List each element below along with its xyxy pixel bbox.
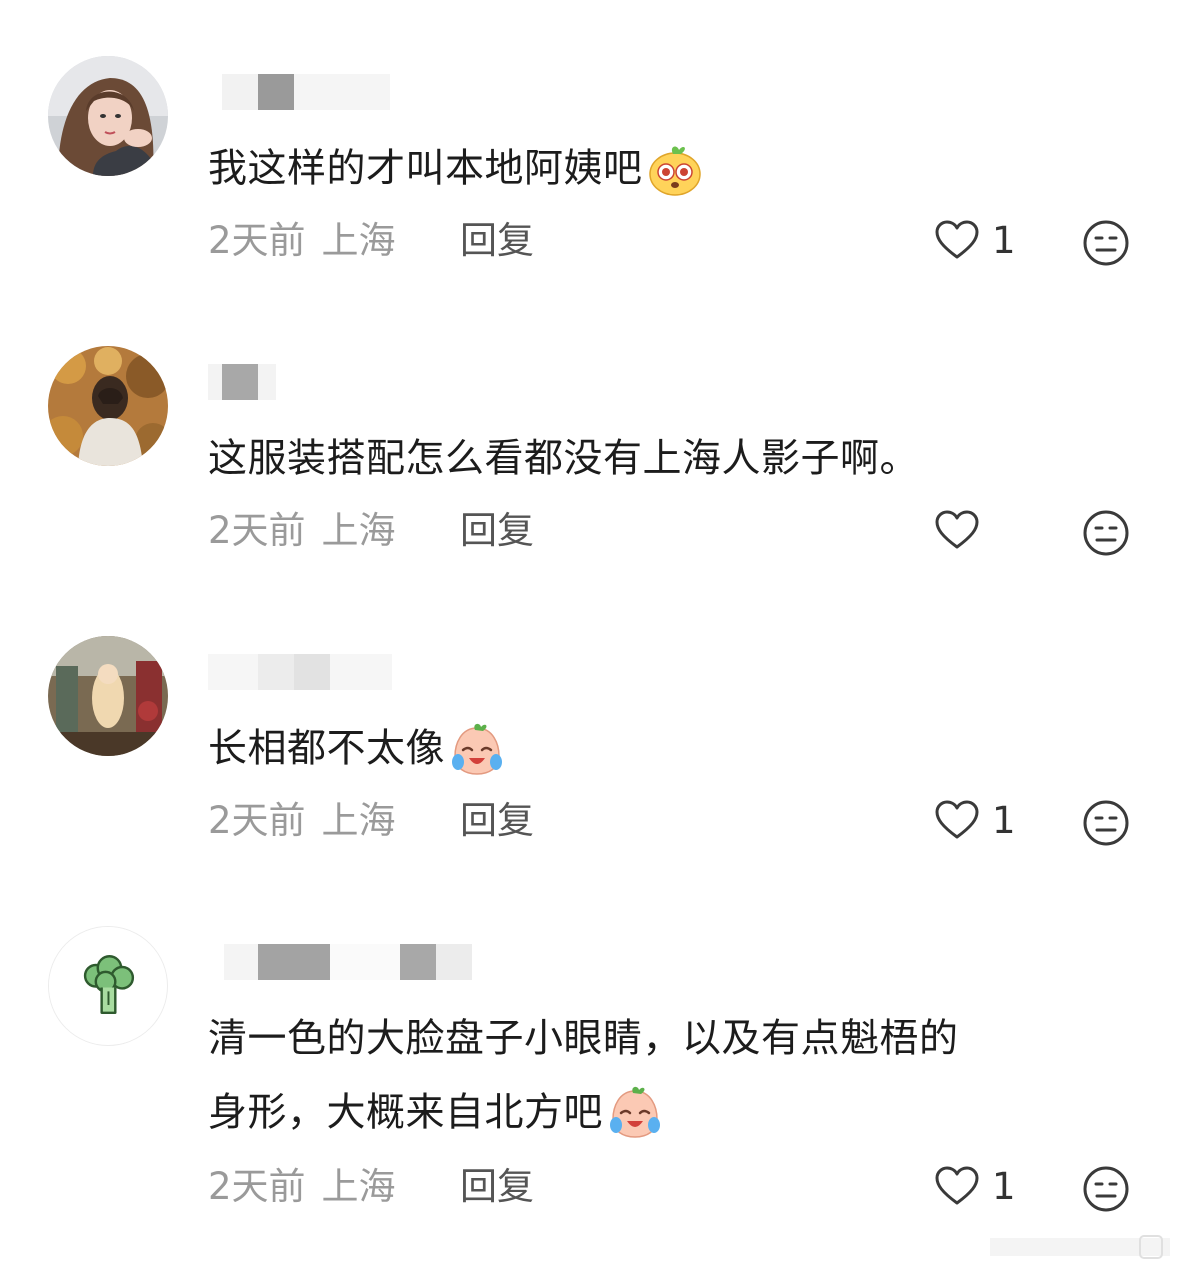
dislike-button[interactable] [1082, 219, 1130, 267]
heart-icon [935, 510, 979, 549]
comment-time: 2天前 [208, 219, 306, 262]
dislike-button[interactable] [1082, 799, 1130, 847]
heart-icon [935, 800, 979, 839]
jiggly-eyes-emoji-icon [647, 142, 703, 198]
comment-text: 长相都不太像 [208, 712, 1128, 786]
comment-meta: 2天前 上海 回复 [208, 796, 534, 846]
comment-meta: 2天前 上海 回复 [208, 216, 534, 266]
user-avatar[interactable] [48, 636, 168, 756]
like-count: 1 [992, 1165, 1016, 1208]
like-count: 1 [992, 799, 1016, 842]
watermark [990, 1232, 1170, 1262]
meh-face-icon [1083, 1166, 1129, 1212]
username-redacted[interactable] [208, 356, 408, 408]
comment-meta: 2天前 上海 回复 [208, 506, 534, 556]
comment-location: 上海 [321, 1165, 396, 1208]
comment-text: 这服装搭配怎么看都没有上海人影子啊。 [208, 436, 920, 482]
like-button[interactable] [934, 506, 1024, 556]
user-avatar[interactable] [48, 56, 168, 176]
comment-time: 2天前 [208, 799, 306, 842]
dislike-button[interactable] [1082, 1165, 1130, 1213]
comment-time: 2天前 [208, 509, 306, 552]
heart-icon [935, 220, 979, 259]
comment-meta: 2天前 上海 回复 [208, 1162, 534, 1212]
heart-icon [935, 1166, 979, 1205]
reply-button[interactable]: 回复 [460, 796, 534, 846]
comment-location: 上海 [321, 509, 396, 552]
meh-face-icon [1083, 220, 1129, 266]
username-redacted[interactable] [208, 66, 408, 118]
laugh-cry-emoji-icon [449, 722, 505, 778]
dislike-button[interactable] [1082, 509, 1130, 557]
like-button[interactable]: 1 [934, 1162, 1024, 1212]
comment-location: 上海 [321, 799, 396, 842]
laugh-cry-emoji-icon [607, 1085, 663, 1141]
comment-location: 上海 [321, 219, 396, 262]
user-avatar[interactable] [48, 346, 168, 466]
like-count: 1 [992, 219, 1016, 262]
meh-face-icon [1083, 510, 1129, 556]
username-redacted[interactable] [208, 646, 408, 698]
reply-button[interactable]: 回复 [460, 1162, 534, 1212]
comment-text: 清一色的大脸盘子小眼睛，以及有点魁梧的 身形，大概来自北方吧 [208, 1002, 1128, 1149]
comment-text: 我这样的才叫本地阿姨吧 [208, 132, 1128, 206]
reply-button[interactable]: 回复 [460, 216, 534, 266]
user-avatar[interactable] [48, 926, 168, 1046]
username-redacted[interactable] [208, 936, 498, 988]
reply-button[interactable]: 回复 [460, 506, 534, 556]
meh-face-icon [1083, 800, 1129, 846]
comment-time: 2天前 [208, 1165, 306, 1208]
like-button[interactable]: 1 [934, 216, 1024, 266]
like-button[interactable]: 1 [934, 796, 1024, 846]
